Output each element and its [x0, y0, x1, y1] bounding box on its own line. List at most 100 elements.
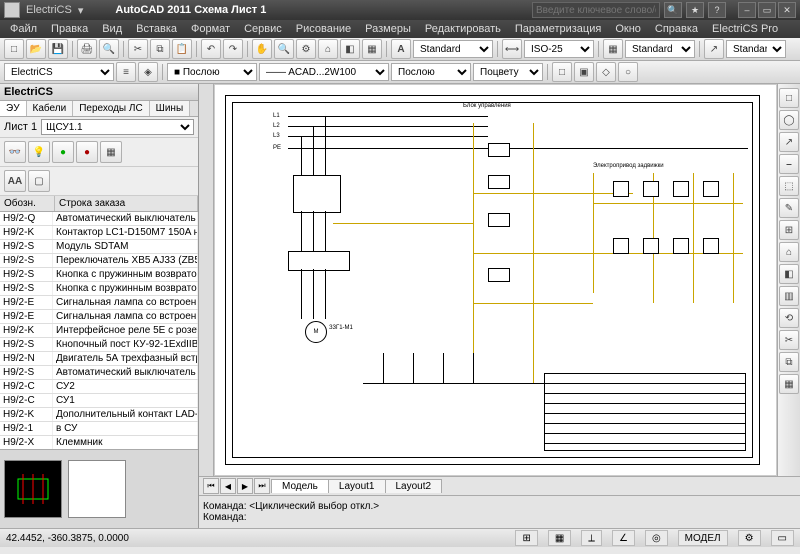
- paste-icon[interactable]: 📋: [172, 39, 192, 59]
- menu-insert[interactable]: Вставка: [130, 22, 183, 36]
- grid-row[interactable]: Н9/2-SКнопочный пост КУ-92-1ExdIIBT5, 2: [0, 338, 198, 352]
- command-line[interactable]: Команда: <Циклический выбор откл.> Коман…: [199, 495, 800, 528]
- save-icon[interactable]: 💾: [48, 39, 68, 59]
- tool-icon[interactable]: ▥: [779, 286, 799, 306]
- tab-prev-icon[interactable]: ◀: [220, 478, 236, 494]
- grid-row[interactable]: Н9/2-CСУ1: [0, 394, 198, 408]
- help-search-input[interactable]: [532, 2, 660, 18]
- mleader-icon[interactable]: ↗: [704, 39, 724, 59]
- tool-icon[interactable]: ◧: [340, 39, 360, 59]
- tab-layout1[interactable]: Layout1: [328, 479, 386, 493]
- grid-row[interactable]: Н9/2-KИнтерфейсное реле 5Е с розеткойR: [0, 324, 198, 338]
- tool-icon[interactable]: ◯: [779, 110, 799, 130]
- tool-icon[interactable]: ✂: [779, 330, 799, 350]
- tool-icon[interactable]: □: [779, 88, 799, 108]
- cut-icon[interactable]: ✂: [128, 39, 148, 59]
- open-icon[interactable]: 📂: [26, 39, 46, 59]
- mleaderstyle-combo[interactable]: Standard: [726, 40, 786, 58]
- text-icon[interactable]: AA: [4, 170, 26, 192]
- linetype-combo[interactable]: —— ACAD...2W100: [259, 63, 389, 81]
- grid-row[interactable]: Н9/2-NДвигатель 5А трехфазный встроенн: [0, 352, 198, 366]
- tab-last-icon[interactable]: ⏭: [254, 478, 270, 494]
- menu-view[interactable]: Вид: [96, 22, 128, 36]
- dim-icon[interactable]: ⟷: [502, 39, 522, 59]
- filter-icon[interactable]: 👓: [4, 141, 26, 163]
- grid-row[interactable]: Н9/2-SМодуль SDTAM: [0, 240, 198, 254]
- tool-icon[interactable]: ⟲: [779, 308, 799, 328]
- tool-icon[interactable]: ○: [618, 62, 638, 82]
- close-button[interactable]: ✕: [778, 2, 796, 18]
- grid-body[interactable]: Н9/2-QАвтоматический выключатель NSX1Н9/…: [0, 212, 198, 449]
- tool-icon[interactable]: ◇: [596, 62, 616, 82]
- col-designation[interactable]: Обозн.: [0, 196, 55, 211]
- grid-row[interactable]: Н9/2-XКлеммник: [0, 436, 198, 449]
- maximize-button[interactable]: ▭: [758, 2, 776, 18]
- tool-icon[interactable]: ▣: [574, 62, 594, 82]
- tablestyle-combo[interactable]: Standard: [625, 40, 695, 58]
- polar-button[interactable]: ∠: [612, 530, 635, 546]
- tool-icon[interactable]: ✎: [779, 198, 799, 218]
- tab-cables[interactable]: Кабели: [27, 101, 74, 116]
- osnap-button[interactable]: ◎: [645, 530, 668, 546]
- tool-icon[interactable]: □: [552, 62, 572, 82]
- tool-icon[interactable]: ⌂: [318, 39, 338, 59]
- tab-buses[interactable]: Шины: [150, 101, 190, 116]
- layer-combo[interactable]: ElectriCS: [4, 63, 114, 81]
- add-icon[interactable]: ●: [52, 141, 74, 163]
- preview-icon[interactable]: 🔍: [99, 39, 119, 59]
- snap-button[interactable]: ⊞: [515, 530, 537, 546]
- tool-button[interactable]: ▭: [771, 530, 794, 546]
- menu-help[interactable]: Справка: [649, 22, 704, 36]
- tool-icon[interactable]: ⎯: [779, 154, 799, 174]
- tab-layout2[interactable]: Layout2: [385, 479, 443, 493]
- star-icon[interactable]: ★: [686, 2, 704, 18]
- tool-icon[interactable]: ⌂: [779, 242, 799, 262]
- menu-tools[interactable]: Сервис: [238, 22, 288, 36]
- grid-row[interactable]: Н9/2-QАвтоматический выключатель NSX1: [0, 212, 198, 226]
- text-icon[interactable]: A: [391, 39, 411, 59]
- sheet-combo[interactable]: ЩСУ1.1: [41, 119, 194, 135]
- print-icon[interactable]: 🖨: [77, 39, 97, 59]
- tab-first-icon[interactable]: ⏮: [203, 478, 219, 494]
- grid-row[interactable]: Н9/2-EСигнальная лампа со встроенным с: [0, 310, 198, 324]
- copy-icon[interactable]: ⧉: [150, 39, 170, 59]
- grid-row[interactable]: Н9/2-CСУ2: [0, 380, 198, 394]
- grid-button[interactable]: ▦: [548, 530, 571, 546]
- tool-icon[interactable]: ⚙: [296, 39, 316, 59]
- grid-row[interactable]: Н9/2-SАвтоматический выключатель С60а: [0, 366, 198, 380]
- grid-row[interactable]: Н9/2-1в СУ: [0, 422, 198, 436]
- menu-edit[interactable]: Правка: [45, 22, 94, 36]
- col-order[interactable]: Строка заказа: [55, 196, 198, 211]
- thumbnail[interactable]: [68, 460, 126, 518]
- layer-icon[interactable]: ◈: [138, 62, 158, 82]
- new-icon[interactable]: □: [4, 39, 24, 59]
- zoom-icon[interactable]: 🔍: [274, 39, 294, 59]
- lineweight-combo[interactable]: Послою: [391, 63, 471, 81]
- block-icon[interactable]: ▢: [28, 170, 50, 192]
- tool-icon[interactable]: ⧉: [779, 352, 799, 372]
- menu-window[interactable]: Окно: [609, 22, 647, 36]
- menu-format[interactable]: Формат: [185, 22, 236, 36]
- textstyle-combo[interactable]: Standard: [413, 40, 493, 58]
- tool-icon[interactable]: ▦: [362, 39, 382, 59]
- tool-icon[interactable]: ⊞: [779, 220, 799, 240]
- tool-button[interactable]: ⚙: [738, 530, 761, 546]
- tool-icon[interactable]: ◧: [779, 264, 799, 284]
- grid-row[interactable]: Н9/2-SКнопка с пружинным возвратомXB: [0, 268, 198, 282]
- tab-transitions[interactable]: Переходы ЛС: [73, 101, 149, 116]
- grid-row[interactable]: Н9/2-SПереключатель XB5 AJ33 (ZB5AZ10: [0, 254, 198, 268]
- tool-icon[interactable]: ⬚: [779, 176, 799, 196]
- layer-icon[interactable]: ≡: [116, 62, 136, 82]
- grid-row[interactable]: Н9/2-KДополнительный контакт LAD-8N11: [0, 408, 198, 422]
- table-icon[interactable]: ▦: [603, 39, 623, 59]
- grid-row[interactable]: Н9/2-KКонтактор LC1-D150M7 150A напря: [0, 226, 198, 240]
- bulb-icon[interactable]: 💡: [28, 141, 50, 163]
- search-icon[interactable]: 🔍: [664, 2, 682, 18]
- redo-icon[interactable]: ↷: [223, 39, 243, 59]
- dimstyle-combo[interactable]: ISO-25: [524, 40, 594, 58]
- ortho-button[interactable]: ⟂: [581, 530, 602, 546]
- tool-icon[interactable]: ↗: [779, 132, 799, 152]
- menu-draw[interactable]: Рисование: [290, 22, 357, 36]
- plotstyle-combo[interactable]: Поцвету: [473, 63, 543, 81]
- menu-file[interactable]: Файл: [4, 22, 43, 36]
